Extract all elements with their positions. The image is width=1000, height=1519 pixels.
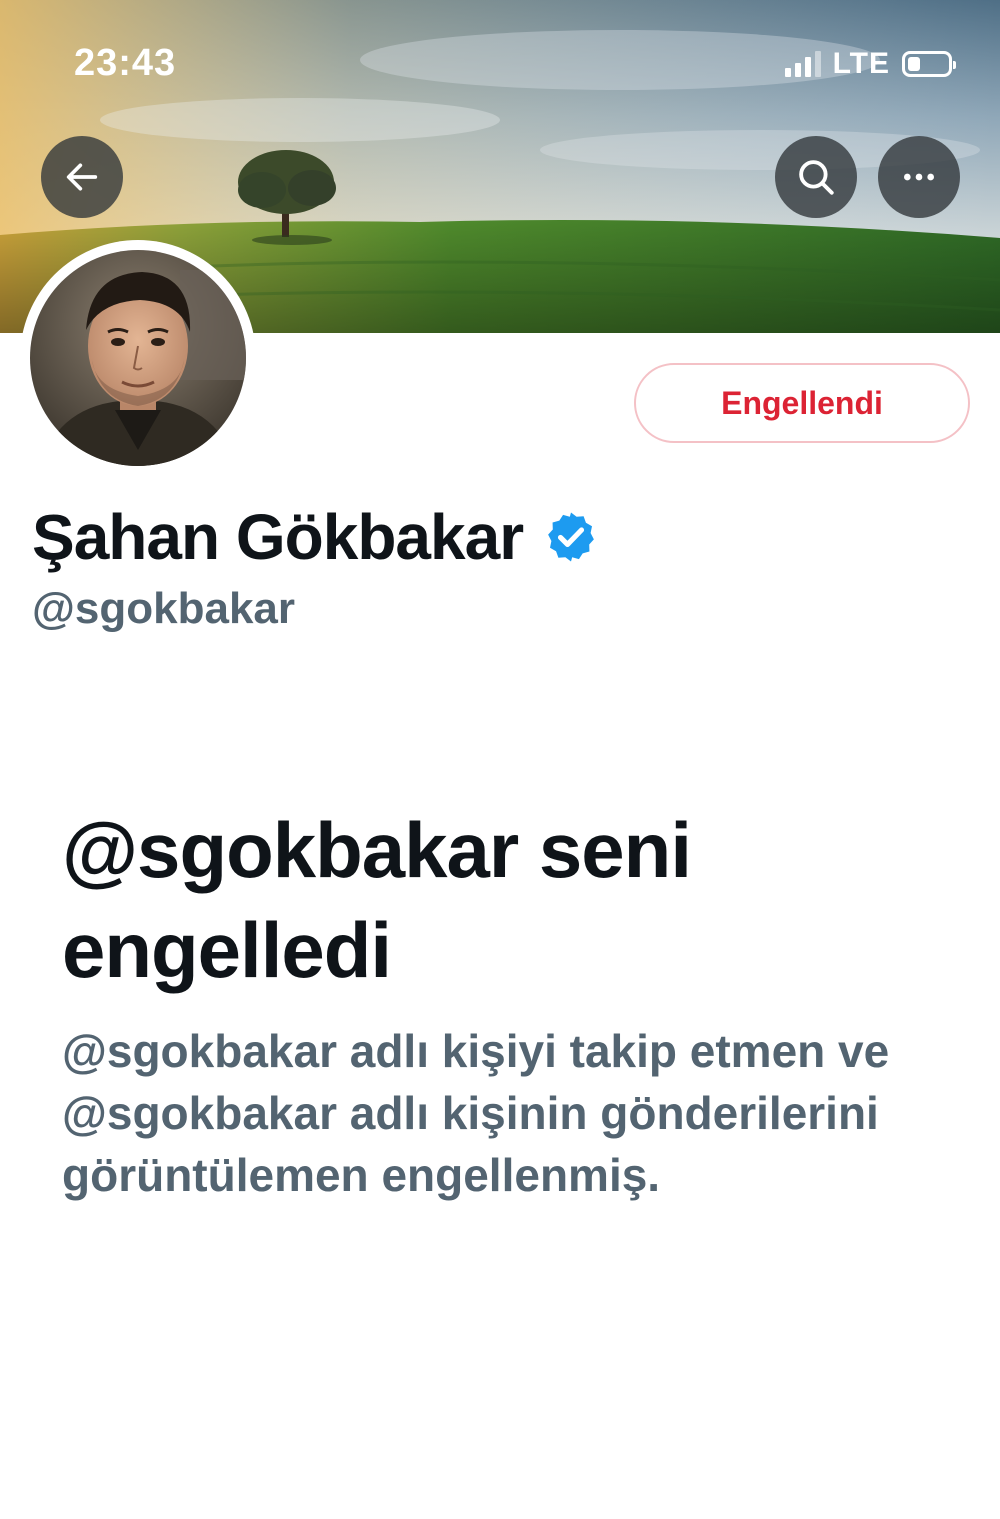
blocked-button[interactable]: Engellendi <box>634 363 970 443</box>
blocked-notice-title: @sgokbakar seni engelledi <box>62 806 692 994</box>
more-options-button[interactable] <box>878 136 960 218</box>
verified-badge-icon[interactable] <box>543 509 599 565</box>
status-bar-indicators: LTE <box>784 46 956 82</box>
profile-page: 23:43 LTE Engellendi Şahan Gökbakar @sgo… <box>0 0 1000 1519</box>
cellular-signal-icon <box>784 51 821 77</box>
avatar-container[interactable] <box>20 240 256 476</box>
arrow-left-icon <box>66 163 98 191</box>
search-button[interactable] <box>775 136 857 218</box>
avatar[interactable] <box>30 250 246 466</box>
status-bar-time: 23:43 <box>74 42 177 84</box>
display-name-row: Şahan Gökbakar <box>32 500 599 574</box>
battery-icon <box>902 51 956 77</box>
user-handle: @sgokbakar <box>32 584 296 633</box>
network-type-label: LTE <box>832 47 890 80</box>
display-name: Şahan Gökbakar <box>32 501 524 573</box>
more-horizontal-icon <box>904 173 934 181</box>
blocked-notice-description: @sgokbakar adlı kişiyi takip etmen ve @s… <box>62 1025 890 1201</box>
back-button[interactable] <box>41 136 123 218</box>
search-icon <box>799 160 834 195</box>
